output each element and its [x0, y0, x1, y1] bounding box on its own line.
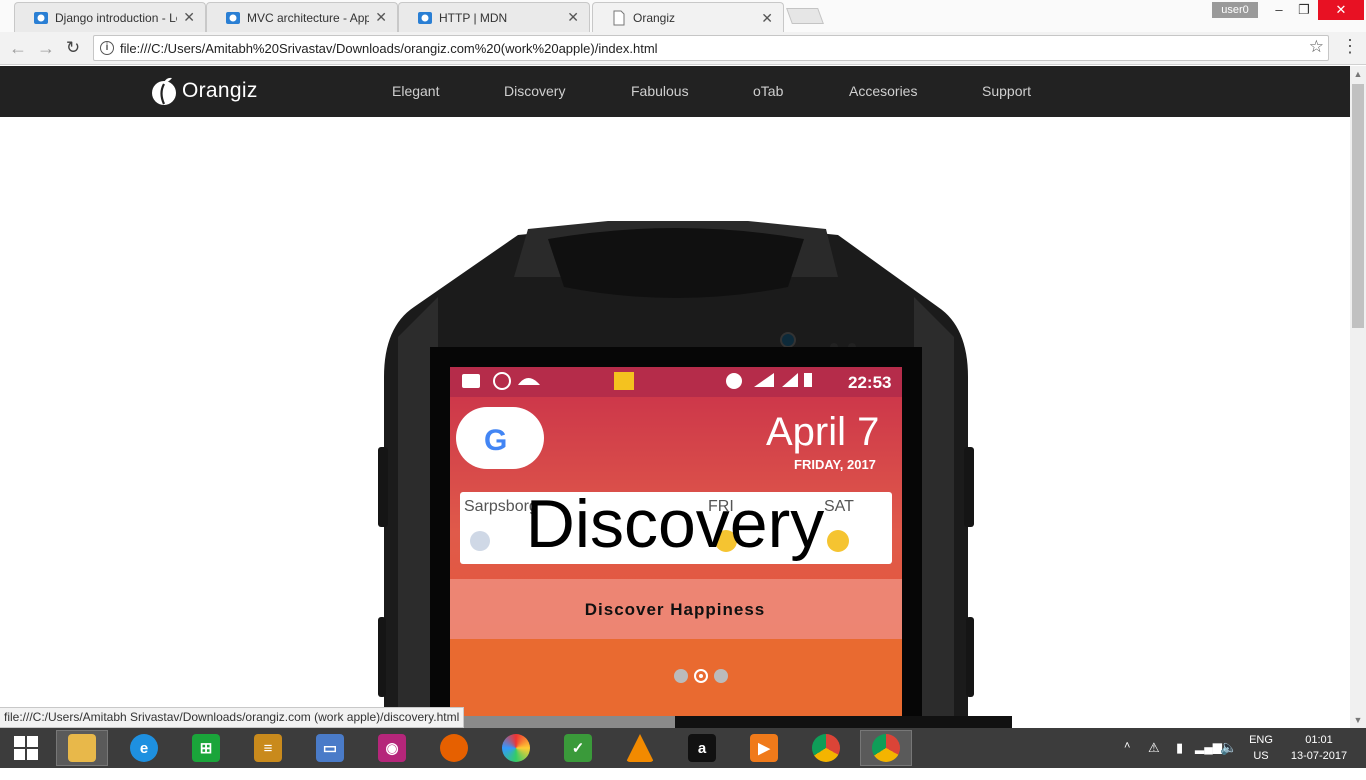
media-player-icon: ▶: [750, 734, 778, 762]
url-text[interactable]: file:///C:/Users/Amitabh%20Srivastav/Dow…: [120, 41, 658, 56]
amazon-icon: a: [688, 734, 716, 762]
hero-title: Discovery: [525, 486, 825, 562]
language-indicator[interactable]: ENG US: [1246, 732, 1276, 764]
close-tab-icon[interactable]: ✕: [375, 9, 387, 26]
vlc-icon: [626, 734, 654, 762]
tab-orangiz[interactable]: Orangiz ✕: [592, 2, 784, 33]
store-button[interactable]: ⊞: [180, 730, 232, 766]
close-tab-icon[interactable]: ✕: [567, 9, 579, 26]
chrome-active-button[interactable]: [860, 730, 912, 766]
browser-toolbar: ← → ↻ i file:///C:/Users/Amitabh%20Sriva…: [0, 32, 1366, 65]
file-explorer-button[interactable]: [56, 730, 108, 766]
nav-fabulous[interactable]: Fabulous: [631, 83, 689, 99]
mdn-favicon-icon: [34, 11, 48, 24]
tasks-icon: ✓: [564, 734, 592, 762]
hero-carousel: 22:53 G April 7 FRIDAY, 2017 Sarpsborg F…: [0, 117, 1350, 716]
file-explorer-icon: [68, 734, 96, 762]
restore-button[interactable]: ❐: [1289, 0, 1319, 20]
vlc-button[interactable]: [614, 730, 666, 766]
nav-elegant[interactable]: Elegant: [392, 83, 439, 99]
store-icon: ⊞: [192, 734, 220, 762]
close-tab-icon[interactable]: ✕: [761, 10, 773, 27]
close-window-button[interactable]: ✕: [1318, 0, 1364, 20]
scrollbar-thumb[interactable]: [1352, 84, 1364, 328]
internet-explorer-icon: e: [130, 734, 158, 762]
chrome-active-icon: [872, 734, 900, 762]
chrome-button[interactable]: [800, 730, 852, 766]
camera-icon: ◉: [378, 734, 406, 762]
notes-icon: ≡: [254, 734, 282, 762]
profile-badge[interactable]: user0: [1212, 2, 1258, 18]
tab-django-introduction[interactable]: Django introduction - Le ✕: [14, 2, 206, 32]
page-icon: [613, 10, 625, 26]
nav-discovery[interactable]: Discovery: [504, 83, 565, 99]
scroll-up-arrow-icon[interactable]: ▲: [1350, 66, 1366, 82]
amazon-button[interactable]: a: [676, 730, 728, 766]
notes-button[interactable]: ≡: [242, 730, 294, 766]
system-clock[interactable]: 01:01 13-07-2017: [1286, 732, 1352, 764]
carousel-dot-1[interactable]: [674, 669, 688, 683]
address-bar[interactable]: i file:///C:/Users/Amitabh%20Srivastav/D…: [93, 35, 1329, 61]
network-warning-icon[interactable]: ⚠: [1148, 740, 1160, 780]
site-navbar: Orangiz Elegant Discovery Fabulous oTab …: [0, 66, 1350, 117]
chrome-menu-icon[interactable]: ⋮: [1340, 36, 1360, 60]
carousel-indicators: [674, 669, 728, 683]
windows-taskbar: e ⊞ ≡ ▭ ◉ ✓ a ▶ ˄ ⚠ ▮ ▂▄▆ 🔈 ENG US 01:01…: [0, 728, 1366, 768]
remote-desktop-icon: ▭: [316, 734, 344, 762]
tab-http-mdn[interactable]: HTTP | MDN ✕: [398, 2, 590, 32]
signal-icon[interactable]: ▂▄▆: [1195, 740, 1222, 780]
internet-explorer-button[interactable]: e: [118, 730, 170, 766]
orange-logo-icon: [152, 77, 176, 105]
media-player-button[interactable]: ▶: [738, 730, 790, 766]
battery-icon[interactable]: ▮: [1176, 740, 1183, 780]
forward-arrow-icon[interactable]: →: [34, 36, 58, 60]
remote-desktop-button[interactable]: ▭: [304, 730, 356, 766]
windows-logo-icon: [14, 736, 38, 760]
color-picker-icon: [502, 734, 530, 762]
scroll-down-arrow-icon[interactable]: ▼: [1350, 712, 1366, 728]
nav-otab[interactable]: oTab: [753, 83, 783, 99]
firefox-button[interactable]: [428, 730, 480, 766]
site-logo[interactable]: Orangiz: [150, 76, 258, 106]
color-picker-button[interactable]: [490, 730, 542, 766]
vertical-scrollbar[interactable]: ▲ ▼: [1350, 66, 1366, 728]
mdn-favicon-icon: [418, 11, 432, 24]
tasks-button[interactable]: ✓: [552, 730, 604, 766]
start-button[interactable]: [0, 730, 52, 766]
browser-tabstrip: Django introduction - Le ✕ MVC architect…: [0, 0, 1366, 33]
phone-date: April 7: [766, 410, 879, 454]
page-strip-dark: [675, 716, 1012, 728]
new-tab-button[interactable]: [786, 8, 824, 24]
chrome-icon: [812, 734, 840, 762]
carousel-dot-2[interactable]: [694, 669, 708, 683]
hero-subtitle: Discover Happiness: [584, 600, 766, 619]
bookmark-star-icon[interactable]: ☆: [1309, 37, 1324, 57]
tab-mvc-architecture[interactable]: MVC architecture - App ✕: [206, 2, 398, 32]
svg-text:22:53: 22:53: [848, 373, 891, 392]
rugged-phone-image: 22:53 G April 7 FRIDAY, 2017 Sarpsborg F…: [378, 221, 974, 716]
mdn-favicon-icon: [226, 11, 240, 24]
firefox-icon: [440, 734, 468, 762]
svg-text:G: G: [484, 424, 507, 457]
carousel-dot-3[interactable]: [714, 669, 728, 683]
nav-support[interactable]: Support: [982, 83, 1031, 99]
camera-button[interactable]: ◉: [366, 730, 418, 766]
svg-text:FRIDAY, 2017: FRIDAY, 2017: [794, 457, 876, 472]
close-tab-icon[interactable]: ✕: [183, 9, 195, 26]
show-hidden-icons-button[interactable]: ˄: [1124, 740, 1130, 780]
info-icon[interactable]: i: [100, 41, 114, 55]
volume-icon[interactable]: 🔈: [1220, 739, 1237, 779]
reload-icon[interactable]: ↻: [61, 36, 85, 60]
nav-accesories[interactable]: Accesories: [849, 83, 917, 99]
link-status-bubble: file:///C:/Users/Amitabh Srivastav/Downl…: [0, 707, 465, 728]
back-arrow-icon[interactable]: ←: [6, 36, 30, 60]
